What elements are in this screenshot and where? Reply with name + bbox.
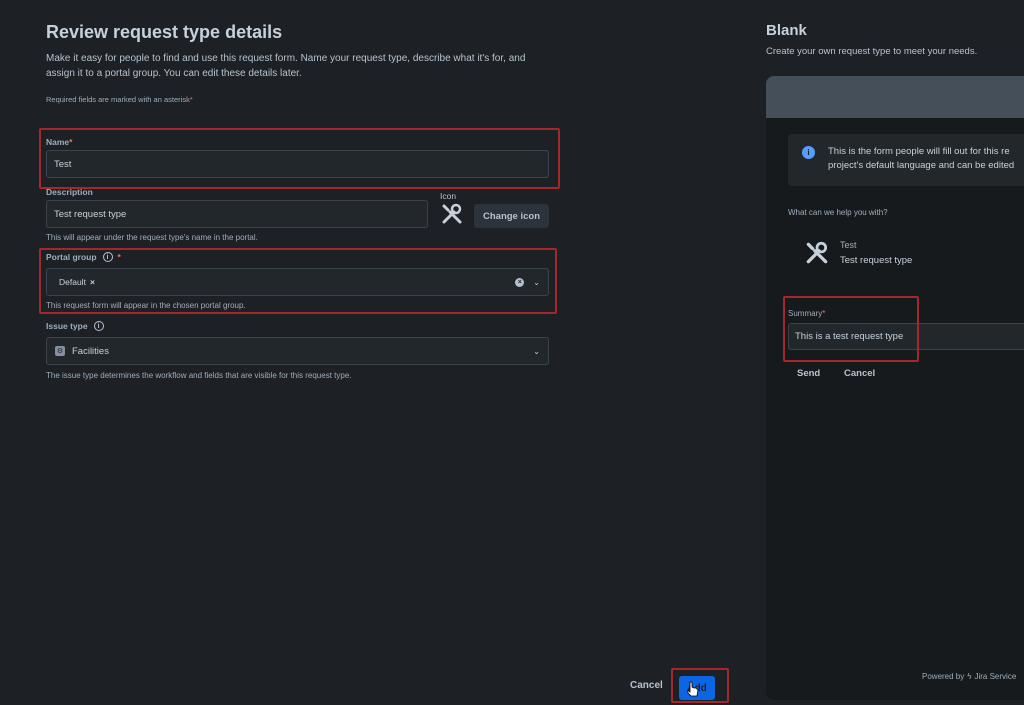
powered-by: Powered by ϟ Jira Service <box>922 672 1017 681</box>
send-button[interactable]: Send <box>797 368 820 379</box>
description-label: Description <box>46 187 93 197</box>
page-description: Make it easy for people to find and use … <box>46 53 526 79</box>
banner-text: This is the form people will fill out fo… <box>828 146 1015 171</box>
chevron-down-icon[interactable]: ⌄ <box>533 278 540 287</box>
cancel-button[interactable]: Cancel <box>630 680 663 691</box>
name-input[interactable]: Test <box>46 150 549 178</box>
portal-group-label: Portal group i * <box>46 252 121 262</box>
help-label: What can we help you with? <box>788 208 888 217</box>
preview-title: Blank <box>766 22 807 39</box>
chevron-down-icon[interactable]: ⌄ <box>533 347 540 356</box>
info-icon: i <box>802 146 815 159</box>
preview-subtitle: Create your own request type to meet you… <box>766 46 978 57</box>
request-type-name: Test <box>840 240 857 250</box>
name-label: Name* <box>46 137 73 147</box>
portal-group-select[interactable]: Default × × ⌄ <box>46 268 549 296</box>
info-banner: i This is the form people will fill out … <box>788 134 1024 186</box>
cursor-icon <box>687 681 699 702</box>
required-note: Required fields are marked with an aster… <box>46 95 193 104</box>
icon-label: Icon <box>440 191 457 201</box>
portal-group-tag: Default × <box>55 275 99 289</box>
portal-group-helper: This request form will appear in the cho… <box>46 301 246 310</box>
bolt-icon: ϟ <box>967 672 972 681</box>
gear-icon: ⚙ <box>55 346 65 356</box>
description-helper: This will appear under the request type'… <box>46 233 258 242</box>
tools-icon <box>440 202 464 226</box>
description-input[interactable]: Test request type <box>46 200 428 228</box>
info-icon[interactable]: i <box>93 321 104 331</box>
preview-cancel-button[interactable]: Cancel <box>844 368 875 379</box>
summary-highlight <box>783 296 919 362</box>
preview-header <box>766 76 1024 118</box>
change-icon-button[interactable]: Change icon <box>474 204 550 228</box>
info-icon[interactable]: i <box>102 252 113 262</box>
create-request-form-pane: Review request type details Make it easy… <box>0 0 752 705</box>
clear-icon[interactable]: × <box>515 277 525 287</box>
portal-preview-card: i This is the form people will fill out … <box>766 76 1024 700</box>
issue-type-helper: The issue type determines the workflow a… <box>46 371 352 380</box>
request-type-desc: Test request type <box>840 255 913 266</box>
preview-pane: Blank Create your own request type to me… <box>752 0 1024 705</box>
page-title: Review request type details <box>46 22 283 42</box>
issue-type-select[interactable]: ⚙ Facilities ⌄ <box>46 337 549 365</box>
remove-tag-icon[interactable]: × <box>90 277 95 287</box>
tools-icon <box>804 240 830 266</box>
issue-type-label: Issue type i <box>46 321 104 331</box>
